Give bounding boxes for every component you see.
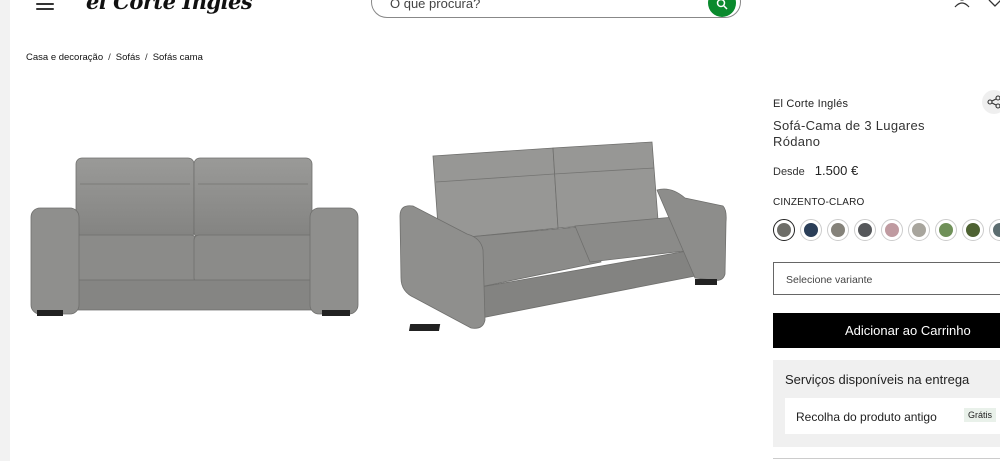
- product-brand[interactable]: El Corte Inglés: [773, 98, 848, 110]
- service-option[interactable]: Recolha do produto antigo Grátis: [785, 398, 1000, 434]
- color-swatch-fill: [993, 223, 1000, 237]
- add-to-cart-label: Adicionar ao Carrinho: [845, 323, 971, 338]
- delivery-services-title: Serviços disponíveis na entrega: [785, 372, 970, 387]
- color-swatch-fill: [777, 223, 791, 237]
- price-row: Desde 1.500 €: [773, 163, 858, 178]
- color-swatch[interactable]: [989, 219, 1000, 241]
- breadcrumb-separator: /: [108, 52, 111, 63]
- service-price-badge: Grátis: [964, 408, 997, 422]
- color-swatch[interactable]: [881, 219, 903, 241]
- color-swatch[interactable]: [935, 219, 957, 241]
- product-title: Sofá-Cama de 3 Lugares Ródano: [773, 118, 925, 149]
- share-icon: [987, 95, 1000, 109]
- color-swatch-fill: [912, 223, 926, 237]
- color-swatch[interactable]: [773, 219, 795, 241]
- product-image-angled[interactable]: [395, 138, 730, 336]
- search-bar[interactable]: O que procura?: [371, 0, 741, 18]
- price-prefix: Desde: [773, 166, 805, 178]
- color-swatch[interactable]: [827, 219, 849, 241]
- color-swatch-fill: [804, 223, 818, 237]
- color-swatch-fill: [858, 223, 872, 237]
- divider: [773, 458, 1000, 459]
- breadcrumb-separator: /: [145, 52, 148, 63]
- left-rail: [0, 0, 10, 461]
- share-button[interactable]: [982, 90, 1000, 114]
- color-swatches: [773, 219, 1000, 241]
- breadcrumb-link-home-decor[interactable]: Casa e decoração: [26, 52, 103, 63]
- delivery-services: Serviços disponíveis na entrega Recolha …: [773, 360, 1000, 447]
- variant-select-placeholder: Selecione variante: [786, 274, 873, 286]
- store-logo[interactable]: el Corte Inglés: [86, 0, 253, 14]
- breadcrumb: Casa e decoração / Sofás / Sofás cama: [26, 52, 203, 63]
- color-swatch[interactable]: [962, 219, 984, 241]
- search-button[interactable]: [708, 0, 736, 17]
- hamburger-menu-icon[interactable]: [36, 0, 54, 10]
- service-name: Recolha do produto antigo: [796, 410, 937, 424]
- search-icon: [716, 0, 728, 10]
- color-swatch[interactable]: [908, 219, 930, 241]
- product-image-front[interactable]: [26, 150, 364, 322]
- product-panel: El Corte Inglés Sofá-Cama de 3 Lugares R…: [773, 0, 1000, 461]
- breadcrumb-link-sofas[interactable]: Sofás: [116, 52, 140, 63]
- add-to-cart-button[interactable]: Adicionar ao Carrinho: [773, 313, 1000, 348]
- color-swatch-fill: [885, 223, 899, 237]
- color-swatch-fill: [831, 223, 845, 237]
- color-swatch[interactable]: [854, 219, 876, 241]
- selected-color-label: CINZENTO-CLARO: [773, 197, 865, 208]
- color-swatch-fill: [939, 223, 953, 237]
- color-swatch[interactable]: [800, 219, 822, 241]
- variant-select[interactable]: Selecione variante: [773, 262, 1000, 295]
- product-price: 1.500 €: [814, 163, 859, 178]
- search-input[interactable]: O que procura?: [390, 0, 480, 11]
- breadcrumb-link-sofa-beds[interactable]: Sofás cama: [153, 52, 203, 63]
- color-swatch-fill: [966, 223, 980, 237]
